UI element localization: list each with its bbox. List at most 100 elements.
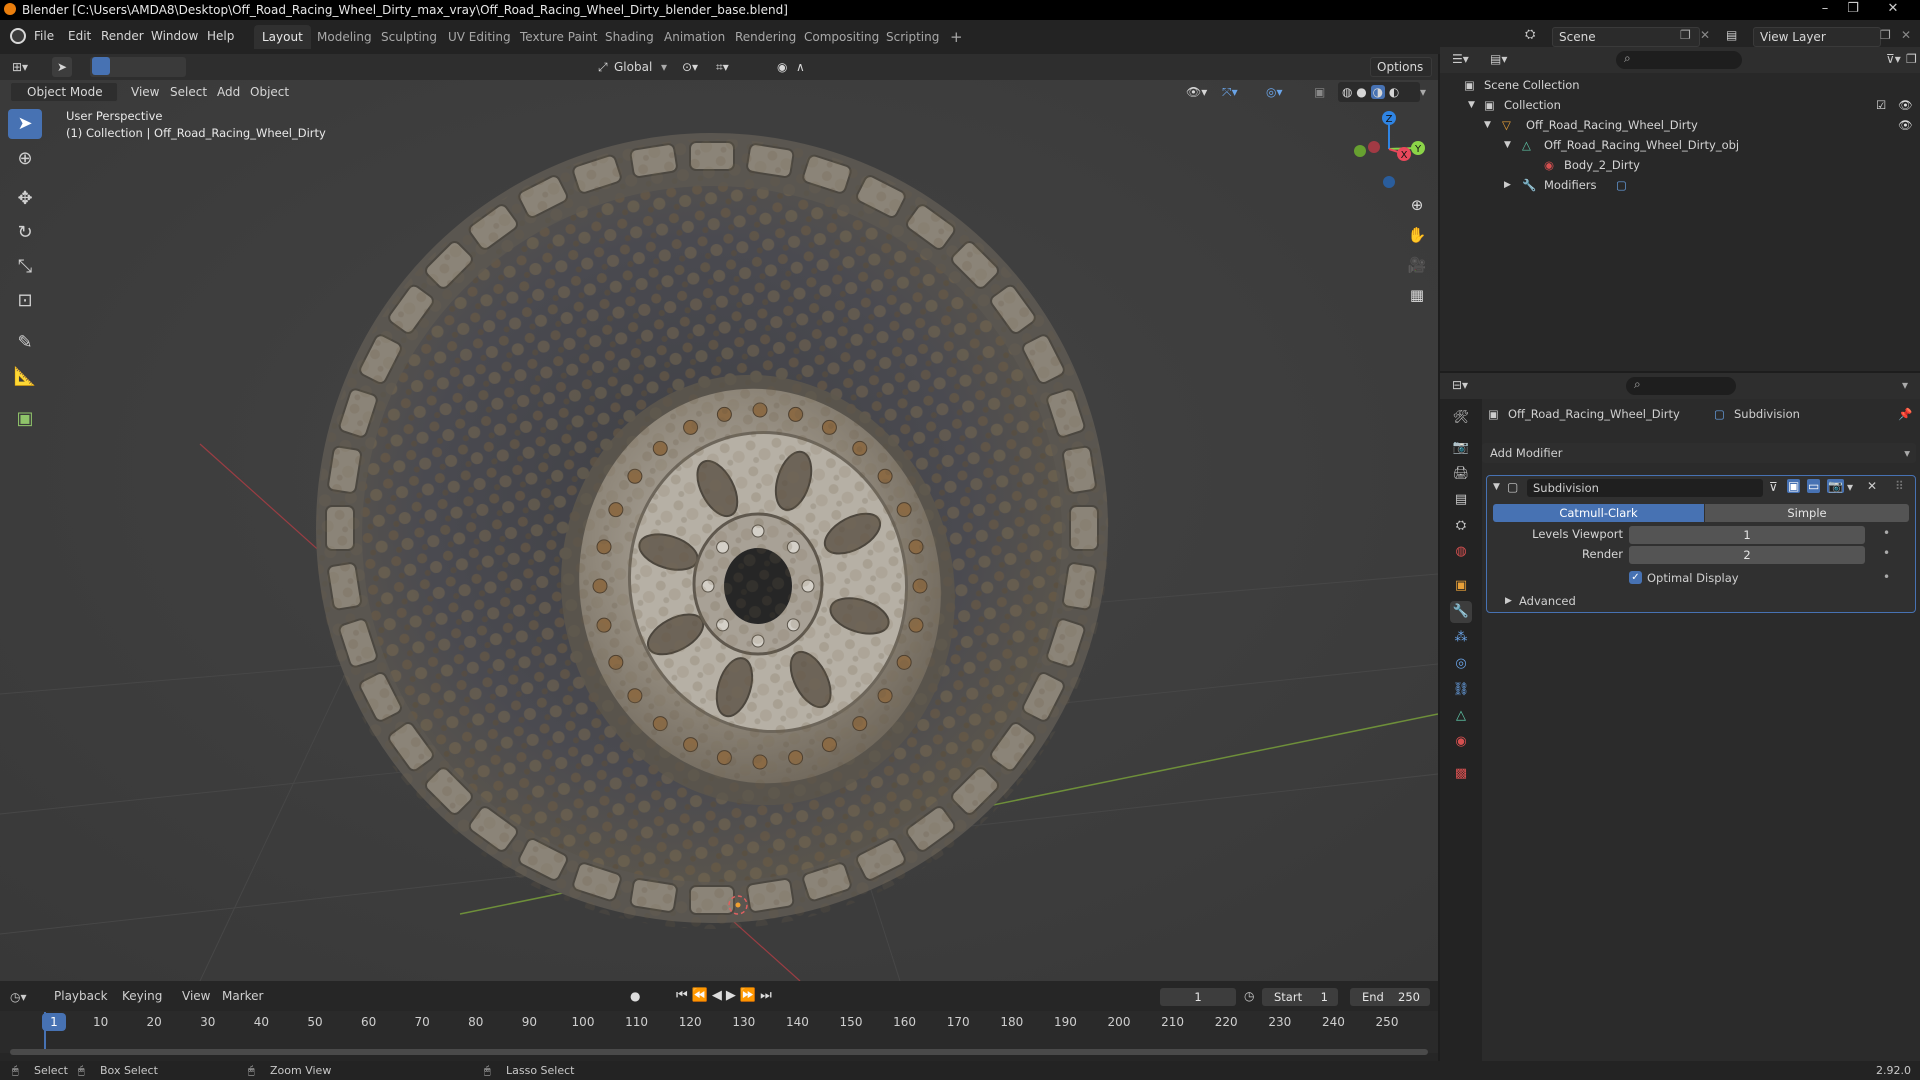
playhead-frame-indicator[interactable]: 1: [42, 1013, 66, 1031]
remove-modifier-icon[interactable]: ✕: [1867, 479, 1877, 493]
shading-options-chevron-icon[interactable]: ▾: [1420, 82, 1426, 102]
outliner-row-mesh-data[interactable]: ▼ △ Off_Road_Racing_Wheel_Dirty_obj: [1440, 135, 1920, 155]
outliner-row-material[interactable]: ◉ Body_2_Dirty: [1440, 155, 1920, 175]
transform-tool[interactable]: ⊡: [8, 286, 42, 316]
tab-rendering[interactable]: Rendering: [727, 25, 804, 49]
keyframe-dot-icon[interactable]: •: [1883, 526, 1890, 540]
world-tab-icon[interactable]: ◍: [1450, 541, 1472, 563]
menu-select[interactable]: Select: [170, 82, 207, 102]
annotate-tool[interactable]: ✎: [8, 328, 42, 358]
close-window-button[interactable]: ✕: [1880, 0, 1906, 18]
catmull-clark-button[interactable]: Catmull-Clark: [1493, 504, 1704, 522]
tab-uv-editing[interactable]: UV Editing: [440, 25, 519, 49]
record-keyframes-icon[interactable]: ●: [630, 989, 640, 1003]
minimize-button[interactable]: –: [1812, 0, 1838, 18]
keyframe-dot-icon[interactable]: •: [1883, 546, 1890, 560]
xray-toggle-icon[interactable]: ▣: [1314, 82, 1325, 102]
new-view-layer-icon[interactable]: ❐: [1880, 28, 1891, 42]
overlay-toggle-icon[interactable]: ◎▾: [1266, 82, 1283, 102]
tab-texture-paint[interactable]: Texture Paint: [512, 25, 605, 49]
rotate-tool[interactable]: ↻: [8, 218, 42, 248]
menu-help[interactable]: Help: [207, 29, 234, 43]
exclude-checkbox-icon[interactable]: ☑: [1876, 95, 1886, 115]
menu-playback[interactable]: Playback: [54, 989, 108, 1003]
texture-tab-icon[interactable]: ▩: [1450, 763, 1472, 785]
menu-file[interactable]: File: [34, 29, 54, 43]
pivot-point-icon[interactable]: ⊙▾: [682, 57, 698, 77]
chevron-down-icon[interactable]: ▾: [1902, 378, 1908, 392]
menu-timeline-view[interactable]: View: [182, 989, 210, 1003]
snap-icon[interactable]: ⌗▾: [716, 57, 729, 77]
3d-viewport[interactable]: Z Y X ⊞▾ ➤ ⤢ Global ▾ ⊙▾ ⌗▾ ◉ ∧ Options …: [0, 54, 1438, 981]
render-tab-icon[interactable]: 📷: [1450, 437, 1472, 459]
simple-button[interactable]: Simple: [1705, 504, 1909, 522]
timeline-scrollbar[interactable]: [10, 1049, 1428, 1055]
zoom-icon[interactable]: ⊕: [1404, 192, 1430, 218]
current-frame-field[interactable]: 1: [1160, 988, 1236, 1006]
chevron-down-icon[interactable]: ▾: [1847, 480, 1853, 494]
gizmo-neg-z[interactable]: [1383, 176, 1395, 188]
visibility-icon[interactable]: 👁▾: [1186, 82, 1207, 102]
material-tab-icon[interactable]: ◉: [1450, 731, 1472, 753]
object-tab-icon[interactable]: ▣: [1450, 575, 1472, 597]
menu-keying[interactable]: Keying: [122, 989, 162, 1003]
delete-scene-icon[interactable]: ✕: [1700, 28, 1710, 42]
modifier-name-input[interactable]: Subdivision: [1527, 479, 1763, 497]
options-dropdown[interactable]: Options ▾: [1370, 57, 1432, 92]
render-levels-field[interactable]: 2: [1629, 546, 1865, 564]
selection-mode-buttons[interactable]: [90, 57, 186, 77]
visibility-eye-icon[interactable]: 👁: [1898, 115, 1913, 135]
output-tab-icon[interactable]: 🖨: [1450, 463, 1472, 485]
scale-tool[interactable]: ⤡: [8, 252, 42, 282]
new-scene-icon[interactable]: ❐: [1680, 28, 1691, 42]
falloff-icon[interactable]: ∧: [796, 57, 805, 77]
gizmo-neg-x[interactable]: [1368, 141, 1380, 153]
preview-range-icon[interactable]: ◷: [1244, 989, 1254, 1003]
properties-editor-type-icon[interactable]: ⊟▾: [1452, 378, 1468, 392]
optimal-display-checkbox[interactable]: ✓: [1629, 571, 1642, 584]
collapse-arrow-icon[interactable]: ▼: [1493, 482, 1500, 492]
menu-render[interactable]: Render: [101, 29, 144, 43]
visibility-eye-icon[interactable]: 👁: [1898, 95, 1913, 115]
outliner-editor-type-icon[interactable]: ☰▾: [1452, 52, 1469, 66]
menu-add[interactable]: Add: [217, 82, 240, 102]
view-layer-tab-icon[interactable]: ▤: [1450, 489, 1472, 511]
gizmo-neg-y[interactable]: [1354, 145, 1366, 157]
tab-animation[interactable]: Animation: [656, 25, 733, 49]
editor-type-icon[interactable]: ⊞▾: [12, 57, 28, 77]
menu-object[interactable]: Object: [250, 82, 289, 102]
outliner-row-object[interactable]: ▼ ▽ Off_Road_Racing_Wheel_Dirty 👁: [1440, 115, 1920, 135]
expand-arrow-icon[interactable]: ▼: [1504, 135, 1511, 155]
physics-tab-icon[interactable]: ◎: [1450, 653, 1472, 675]
add-modifier-dropdown[interactable]: Add Modifier ▾: [1482, 443, 1916, 463]
end-frame-field[interactable]: End 250: [1350, 988, 1430, 1006]
expand-arrow-icon[interactable]: ▶: [1504, 175, 1511, 195]
properties-search-input[interactable]: ⌕: [1626, 377, 1736, 395]
tab-scripting[interactable]: Scripting: [878, 25, 947, 49]
timeline-editor-type-icon[interactable]: ◷▾: [10, 990, 27, 1004]
tab-shading[interactable]: Shading: [597, 25, 662, 49]
menu-view[interactable]: View: [131, 82, 159, 102]
menu-edit[interactable]: Edit: [68, 29, 91, 43]
outliner-panel[interactable]: ☰▾ ▤▾ ⌕ ⊽▾ ❐ ▣ Scene Collection ▼ ▣ Coll…: [1440, 47, 1920, 371]
expand-arrow-icon[interactable]: ▼: [1468, 95, 1475, 115]
delete-view-layer-icon[interactable]: ✕: [1901, 28, 1911, 42]
modifier-tab-icon[interactable]: 🔧: [1450, 601, 1472, 623]
select-box-tool[interactable]: ➤: [8, 109, 42, 139]
outliner-row-modifiers[interactable]: ▶ 🔧 Modifiers ▢: [1440, 175, 1920, 195]
menu-marker[interactable]: Marker: [222, 989, 263, 1003]
perspective-toggle-icon[interactable]: ▦: [1404, 282, 1430, 308]
view-layer-selector[interactable]: View Layer: [1753, 27, 1881, 47]
move-tool[interactable]: ✥: [8, 184, 42, 214]
blender-menu-icon[interactable]: [10, 28, 26, 44]
drag-handle-icon[interactable]: ⠿: [1895, 479, 1904, 493]
start-frame-field[interactable]: Start 1: [1262, 988, 1338, 1006]
data-tab-icon[interactable]: △: [1450, 705, 1472, 727]
outliner-row-scene-collection[interactable]: ▣ Scene Collection: [1440, 75, 1920, 95]
levels-viewport-field[interactable]: 1: [1629, 526, 1865, 544]
viewport-display-toggle-icon[interactable]: ▭: [1807, 479, 1821, 493]
cage-toggle-icon[interactable]: ▣: [1787, 479, 1801, 493]
add-workspace-button[interactable]: +: [942, 25, 971, 49]
tab-sculpting[interactable]: Sculpting: [373, 25, 445, 49]
camera-view-icon[interactable]: 🎥: [1404, 252, 1430, 278]
